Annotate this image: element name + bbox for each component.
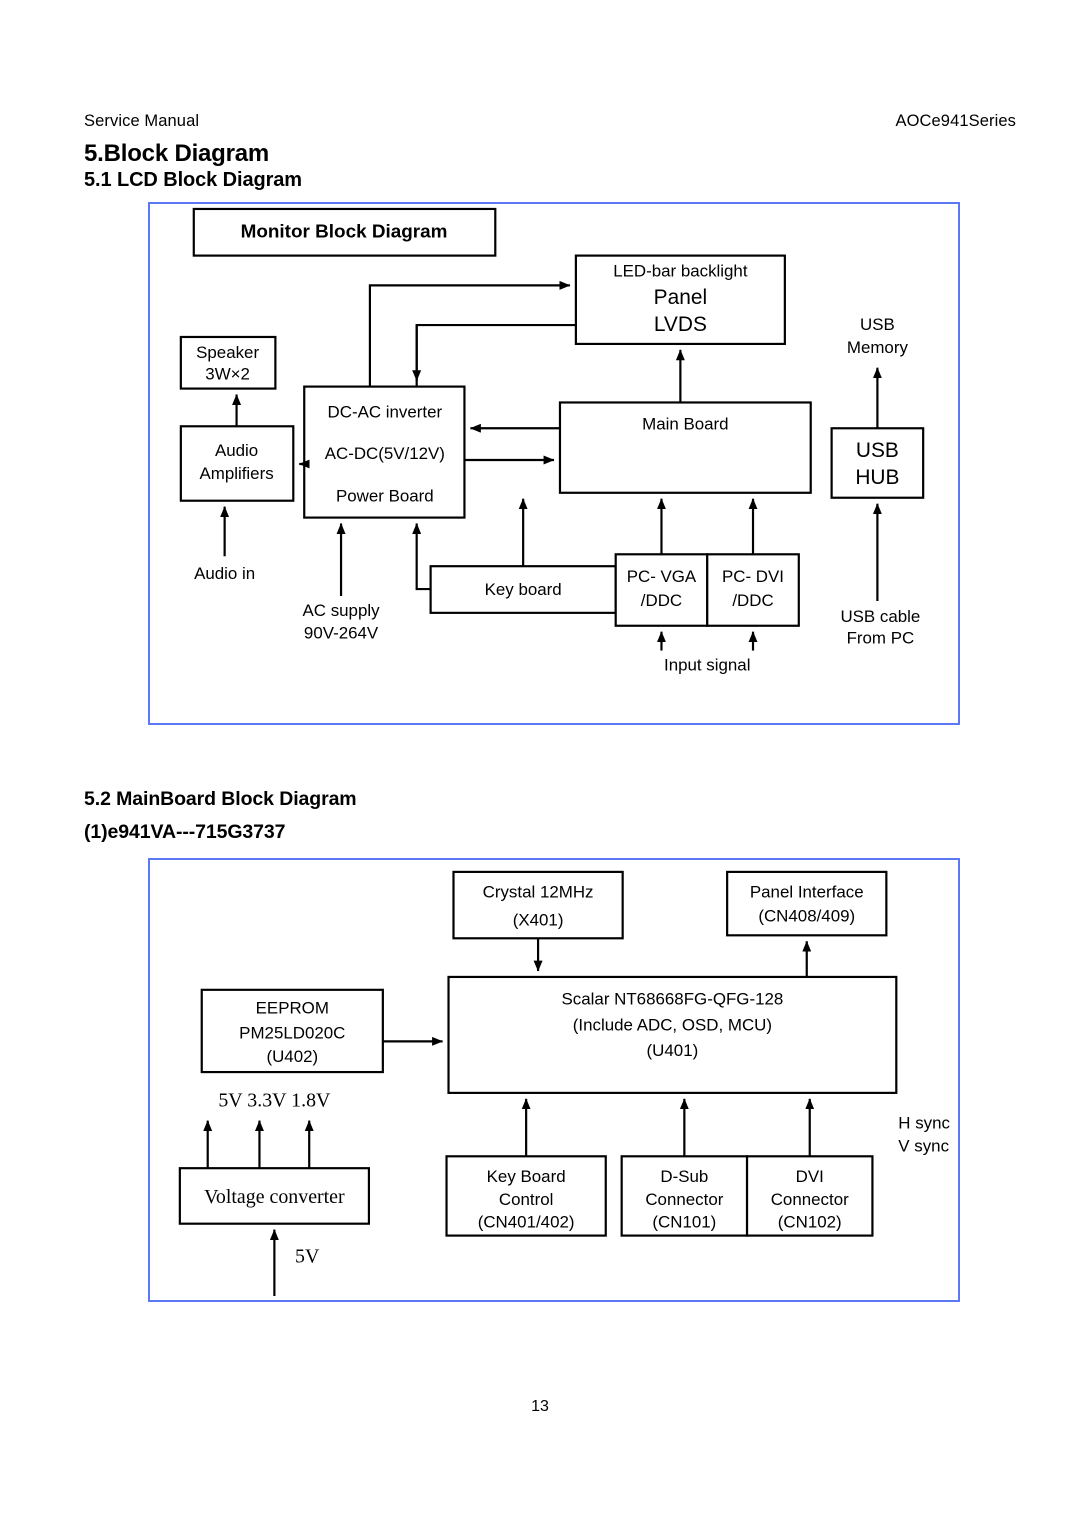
lcd-title-text: Monitor Block Diagram: [241, 222, 448, 243]
ac-supply-label-line2: 90V-264V: [304, 624, 379, 643]
key-board-control-line3: (CN401/402): [478, 1213, 575, 1232]
subsection-heading-5-2: 5.2 MainBoard Block Diagram: [84, 788, 357, 810]
panel-line1: LED-bar backlight: [613, 261, 748, 280]
service-manual-page: Service Manual AOCe941Series 5.Block Dia…: [0, 0, 1080, 1528]
dsub-connector-block: D-Sub Connector (CN101): [620, 1155, 749, 1237]
panel-interface-block: Panel Interface (CN408/409): [726, 870, 888, 937]
usb-memory-label-line2: Memory: [847, 338, 909, 357]
key-board-control-line1: Key Board: [487, 1167, 566, 1186]
key-board-block: Key board: [429, 565, 617, 614]
speaker-block: Speaker 3W×2: [179, 335, 277, 390]
dsub-line2: Connector: [645, 1190, 723, 1209]
usb-cable-label-line1: USB cable: [840, 607, 920, 626]
power-board-line1: DC-AC inverter: [328, 402, 443, 421]
panel-interface-line1: Panel Interface: [750, 883, 864, 902]
subsection-heading-5-1: 5.1 LCD Block Diagram: [84, 169, 302, 191]
key-board-line1: Key board: [485, 580, 562, 599]
scalar-line1: Scalar NT68668FG-QFG-128: [562, 990, 784, 1009]
main-board-block: Main Board: [558, 401, 812, 494]
input-5v-label: 5V: [295, 1245, 320, 1267]
main-board-line1: Main Board: [642, 414, 728, 433]
usb-hub-block: USB HUB: [830, 427, 925, 499]
dvi-line1: DVI: [796, 1167, 824, 1186]
mainboard-block-diagram-frame: Crystal 12MHz (X401) Panel Interface (CN…: [148, 858, 960, 1302]
pc-vga-block: PC- VGA /DDC: [614, 553, 709, 627]
speaker-line1: Speaker: [196, 343, 259, 362]
panel-line3: LVDS: [654, 313, 707, 336]
scalar-block: Scalar NT68668FG-QFG-128 (Include ADC, O…: [447, 975, 898, 1094]
ac-supply-label-line1: AC supply: [303, 601, 381, 620]
audio-in-label: Audio in: [194, 564, 255, 583]
page-number: 13: [531, 1398, 549, 1415]
audio-amp-line1: Audio: [215, 441, 258, 460]
lcd-title-box: Monitor Block Diagram: [192, 207, 497, 257]
pc-vga-line1: PC- VGA: [627, 567, 697, 586]
panel-interface-line2: (CN408/409): [758, 906, 855, 925]
hsync-label: H sync: [898, 1114, 950, 1133]
pc-dvi-block: PC- DVI /DDC: [706, 553, 800, 627]
section-heading: 5.Block Diagram: [84, 140, 270, 167]
audio-amplifiers-block: Audio Amplifiers: [179, 425, 295, 502]
eeprom-block: EEPROM PM25LD020C (U402): [200, 988, 384, 1074]
crystal-line2: (X401): [513, 910, 564, 929]
dsub-line3: (CN101): [652, 1213, 716, 1232]
audio-amp-line2: Amplifiers: [199, 464, 273, 483]
panel-block: LED-bar backlight Panel LVDS: [574, 254, 786, 346]
scalar-line2: (Include ADC, OSD, MCU): [573, 1015, 772, 1034]
crystal-block: Crystal 12MHz (X401): [452, 870, 624, 940]
voltage-converter-block: Voltage converter: [178, 1167, 371, 1225]
power-board-line2: AC-DC(5V/12V): [325, 444, 445, 463]
key-board-control-block: Key Board Control (CN401/402): [445, 1155, 607, 1237]
eeprom-line2: PM25LD020C: [239, 1023, 345, 1042]
running-head-left: Service Manual: [84, 112, 200, 130]
subsection-model-label: (1)e941VA---715G3737: [84, 821, 286, 843]
lcd-block-diagram-frame: Monitor Block Diagram LED-bar backlight …: [148, 202, 960, 725]
speaker-line2: 3W×2: [205, 365, 250, 384]
running-head: Service Manual AOCe941Series: [84, 112, 1016, 131]
panel-line2: Panel: [654, 286, 707, 309]
crystal-line1: Crystal 12MHz: [483, 883, 594, 902]
eeprom-line3: (U402): [266, 1047, 318, 1066]
usb-cable-label-line2: From PC: [847, 629, 915, 648]
power-board-block: DC-AC inverter AC-DC(5V/12V) Power Board: [303, 385, 466, 519]
power-board-line3: Power Board: [336, 487, 434, 506]
usb-memory-label-line1: USB: [860, 315, 895, 334]
pc-dvi-line2: /DDC: [732, 591, 773, 610]
dvi-line3: (CN102): [778, 1213, 842, 1232]
pc-dvi-line1: PC- DVI: [722, 567, 784, 586]
pc-vga-line2: /DDC: [641, 591, 682, 610]
dsub-line1: D-Sub: [660, 1167, 708, 1186]
vsync-label: V sync: [898, 1136, 949, 1155]
eeprom-line1: EEPROM: [256, 999, 329, 1018]
input-signal-label: Input signal: [664, 655, 750, 674]
dvi-line2: Connector: [771, 1190, 849, 1209]
voltage-converter-line1: Voltage converter: [204, 1186, 345, 1208]
voltage-rails-label: 5V 3.3V 1.8V: [218, 1090, 331, 1112]
dvi-connector-block: DVI Connector (CN102): [745, 1155, 874, 1237]
usb-hub-line1: USB: [856, 439, 899, 462]
usb-hub-line2: HUB: [855, 466, 899, 489]
running-head-right: AOCe941Series: [895, 112, 1016, 130]
scalar-line3: (U401): [647, 1041, 699, 1060]
key-board-control-line2: Control: [499, 1190, 554, 1209]
